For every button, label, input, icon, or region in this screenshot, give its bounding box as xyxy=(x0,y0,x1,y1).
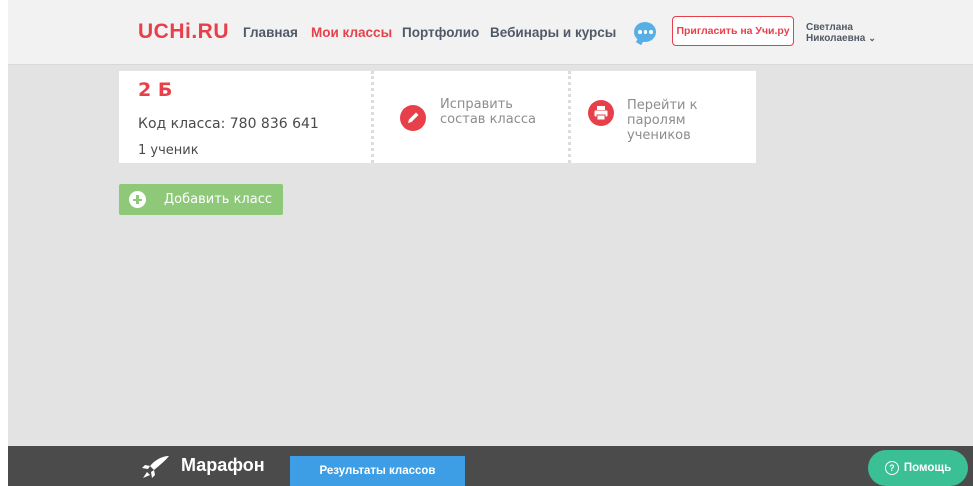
nav-my-classes[interactable]: Мои классы xyxy=(311,25,392,40)
student-passwords-button[interactable]: Перейти к паролям учеников xyxy=(571,71,756,163)
class-info[interactable]: 2 Б Код класса: 780 836 641 1 ученик xyxy=(119,71,370,163)
class-name[interactable]: 2 Б xyxy=(138,79,172,101)
logo[interactable]: UCHi.RU xyxy=(138,20,229,44)
nav-webinars[interactable]: Вебинары и курсы xyxy=(490,25,616,40)
question-circle-icon: ? xyxy=(884,461,899,475)
user-first-name: Светлана xyxy=(806,22,853,33)
help-label: Помощь xyxy=(903,462,952,474)
student-count: 1 ученик xyxy=(138,143,199,158)
add-class-label: Добавить класс xyxy=(164,192,272,207)
edit-class-button[interactable]: Исправить состав класса xyxy=(374,71,568,163)
top-navbar: UCHi.RU Главная Мои классы Портфолио Веб… xyxy=(8,0,973,65)
printer-icon xyxy=(588,100,614,126)
user-menu[interactable]: Светлана Николаевна ⌄ xyxy=(806,22,876,44)
class-card: 2 Б Код класса: 780 836 641 1 ученик Исп… xyxy=(119,71,756,163)
add-class-button[interactable]: Добавить класс xyxy=(119,184,283,215)
marathon-title: Марафон xyxy=(181,455,265,475)
user-patronymic: Николаевна xyxy=(806,33,866,44)
rocket-icon xyxy=(142,456,169,478)
pencil-icon xyxy=(400,105,426,131)
plus-circle-icon xyxy=(129,191,146,208)
help-button[interactable]: ? Помощь xyxy=(868,450,968,486)
student-passwords-label: Перейти к паролям учеников xyxy=(627,98,698,143)
nav-home[interactable]: Главная xyxy=(243,25,298,40)
invite-button[interactable]: Пригласить на Учи.ру xyxy=(672,16,794,46)
footer-bar: Марафон Результаты классов xyxy=(8,446,973,486)
nav-portfolio[interactable]: Портфолио xyxy=(402,25,479,40)
class-code: Код класса: 780 836 641 xyxy=(138,116,319,132)
class-results-button[interactable]: Результаты классов xyxy=(290,456,465,486)
chat-bubble-icon[interactable] xyxy=(634,22,656,42)
edit-class-label: Исправить состав класса xyxy=(440,97,536,127)
left-edge xyxy=(0,0,8,486)
chevron-down-icon: ⌄ xyxy=(868,33,876,43)
